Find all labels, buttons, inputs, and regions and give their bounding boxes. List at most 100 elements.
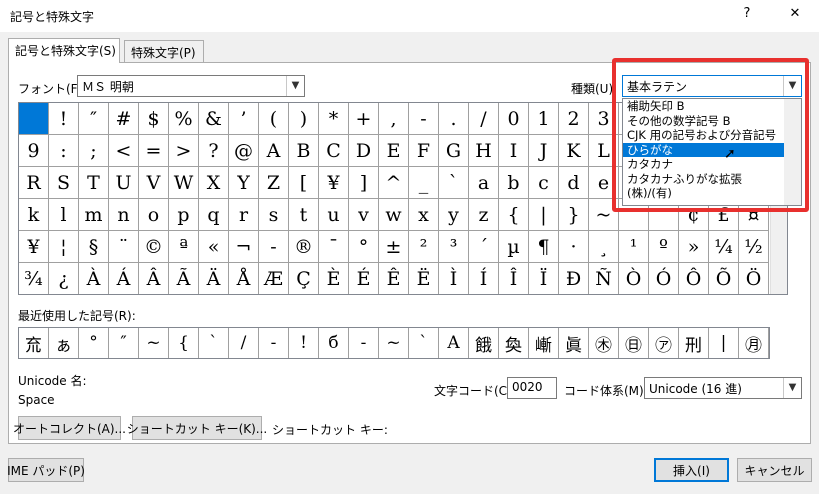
recent-symbol[interactable]: A [439, 328, 469, 358]
grid-cell[interactable]: Ï [529, 263, 559, 294]
grid-cell[interactable]: m [79, 199, 109, 231]
recent-symbol[interactable]: 眞 [559, 328, 589, 358]
grid-cell[interactable]: ? [199, 135, 229, 167]
grid-cell[interactable]: # [109, 103, 139, 135]
grid-cell[interactable]: : [49, 135, 79, 167]
recent-symbol[interactable]: - [259, 328, 289, 358]
grid-cell[interactable]: § [79, 231, 109, 263]
grid-cell[interactable]: I [499, 135, 529, 167]
recent-symbol[interactable]: - [349, 328, 379, 358]
grid-cell[interactable]: Ë [409, 263, 439, 294]
recent-symbol[interactable]: 餓 [469, 328, 499, 358]
code-system-select[interactable]: Unicode (16 進) ▼ [644, 377, 802, 399]
grid-cell[interactable]: ¶ [529, 231, 559, 263]
chevron-down-icon[interactable]: ▼ [286, 76, 304, 96]
grid-cell[interactable]: 0 [499, 103, 529, 135]
grid-cell[interactable]: È [319, 263, 349, 294]
grid-cell[interactable]: C [319, 135, 349, 167]
grid-cell[interactable]: k [19, 199, 49, 231]
grid-cell[interactable]: ″ [79, 103, 109, 135]
help-button[interactable]: ? [735, 6, 759, 21]
grid-cell[interactable]: ! [49, 103, 79, 135]
grid-cell[interactable]: ¸ [589, 231, 619, 263]
chevron-down-icon[interactable]: ▼ [783, 378, 801, 398]
recent-symbol[interactable]: ㋐ [649, 328, 679, 358]
grid-cell[interactable]: R [19, 167, 49, 199]
grid-cell[interactable]: A [259, 135, 289, 167]
grid-cell[interactable]: · [559, 231, 589, 263]
grid-cell[interactable]: { [499, 199, 529, 231]
grid-cell[interactable]: ` [439, 167, 469, 199]
grid-cell[interactable]: v [349, 199, 379, 231]
grid-cell[interactable]: w [379, 199, 409, 231]
grid-cell[interactable]: + [349, 103, 379, 135]
grid-cell[interactable]: s [259, 199, 289, 231]
grid-cell[interactable]: a [469, 167, 499, 199]
recent-symbol[interactable]: 㐬 [19, 328, 49, 358]
grid-cell[interactable]: Õ [709, 263, 739, 294]
grid-cell[interactable]: q [199, 199, 229, 231]
grid-cell[interactable]: ½ [739, 231, 769, 263]
grid-cell[interactable]: Ö [739, 263, 769, 294]
recent-symbol[interactable]: ㊍ [589, 328, 619, 358]
grid-cell[interactable]: ¥ [19, 231, 49, 263]
recent-symbol[interactable]: ! [289, 328, 319, 358]
grid-cell[interactable]: > [169, 135, 199, 167]
grid-cell[interactable]: & [199, 103, 229, 135]
recent-symbol[interactable]: ~ [139, 328, 169, 358]
grid-cell[interactable]: ª [169, 231, 199, 263]
tab-symbols[interactable]: 記号と特殊文字(S) [8, 38, 120, 63]
grid-cell[interactable]: B [289, 135, 319, 167]
grid-cell[interactable]: ® [289, 231, 319, 263]
grid-cell[interactable]: ^ [379, 167, 409, 199]
grid-cell[interactable]: U [109, 167, 139, 199]
recent-symbol[interactable]: ` [409, 328, 439, 358]
grid-cell[interactable]: [ [289, 167, 319, 199]
grid-cell[interactable] [19, 103, 49, 135]
grid-cell[interactable]: Ð [559, 263, 589, 294]
grid-cell[interactable]: Í [469, 263, 499, 294]
grid-cell[interactable]: X [199, 167, 229, 199]
grid-cell[interactable]: ( [259, 103, 289, 135]
grid-cell[interactable]: À [79, 263, 109, 294]
grid-cell[interactable]: ¥ [319, 167, 349, 199]
grid-cell[interactable]: Ì [439, 263, 469, 294]
grid-cell[interactable]: } [559, 199, 589, 231]
grid-cell[interactable]: © [139, 231, 169, 263]
grid-cell[interactable]: % [169, 103, 199, 135]
char-code-input[interactable]: 0020 [507, 377, 557, 399]
grid-cell[interactable]: º [649, 231, 679, 263]
grid-cell[interactable]: | [529, 199, 559, 231]
grid-cell[interactable]: ¯ [319, 231, 349, 263]
autocorrect-button[interactable]: オートコレクト(A)... [13, 416, 126, 440]
grid-cell[interactable]: H [469, 135, 499, 167]
recent-symbol[interactable]: { [169, 328, 199, 358]
grid-cell[interactable]: ] [349, 167, 379, 199]
recent-symbol[interactable]: б [319, 328, 349, 358]
recent-symbol[interactable]: | [709, 328, 739, 358]
grid-cell[interactable]: ; [79, 135, 109, 167]
grid-cell[interactable]: D [349, 135, 379, 167]
grid-cell[interactable]: Ä [199, 263, 229, 294]
grid-cell[interactable]: < [109, 135, 139, 167]
grid-cell[interactable]: ² [409, 231, 439, 263]
grid-cell[interactable]: ) [289, 103, 319, 135]
grid-cell[interactable]: É [349, 263, 379, 294]
grid-cell[interactable]: _ [409, 167, 439, 199]
tab-special-characters[interactable]: 特殊文字(P) [124, 40, 204, 62]
grid-cell[interactable]: ’ [229, 103, 259, 135]
grid-cell[interactable]: l [49, 199, 79, 231]
grid-cell[interactable]: - [409, 103, 439, 135]
grid-cell[interactable]: t [289, 199, 319, 231]
grid-cell[interactable]: . [439, 103, 469, 135]
grid-cell[interactable]: Å [229, 263, 259, 294]
grid-cell[interactable]: F [409, 135, 439, 167]
grid-cell[interactable]: c [529, 167, 559, 199]
grid-cell[interactable]: µ [499, 231, 529, 263]
grid-cell[interactable]: V [139, 167, 169, 199]
grid-cell[interactable]: Y [229, 167, 259, 199]
grid-cell[interactable]: T [79, 167, 109, 199]
grid-cell[interactable]: Î [499, 263, 529, 294]
grid-cell[interactable]: , [379, 103, 409, 135]
grid-cell[interactable]: Â [139, 263, 169, 294]
